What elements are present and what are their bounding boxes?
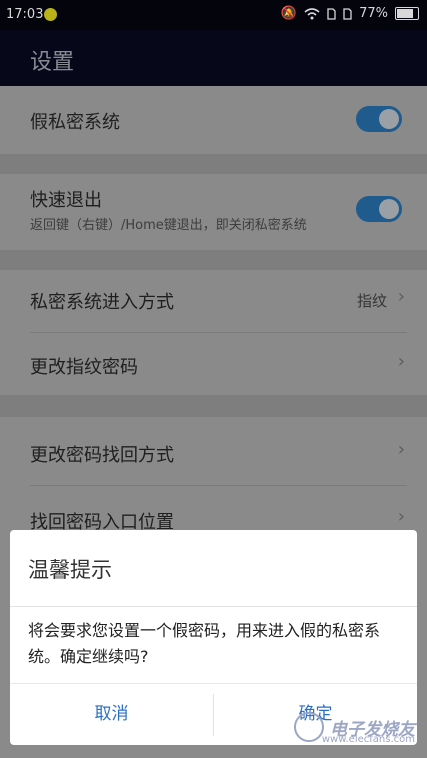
fake-system-row[interactable]: 假私密系统 [0,86,427,154]
chevron-right-icon: › [397,506,405,527]
change-fingerprint-row[interactable]: 更改指纹密码 › [0,333,427,395]
battery-percent: 77% [359,6,388,21]
change-fingerprint-label: 更改指纹密码 [30,357,138,378]
battery-icon [395,7,419,20]
change-recovery-row[interactable]: 更改密码找回方式 › [0,417,427,485]
status-time: 17:03 [6,7,44,22]
page-title: 设置 [30,50,75,75]
sim-icon-2 [343,7,352,20]
notification-icon [44,8,57,21]
cancel-button[interactable]: 取消 [10,685,213,743]
section-separator [0,154,427,174]
wifi-icon [304,7,320,19]
watermark-logo-icon [294,712,324,742]
app-bar: 设置 [0,30,427,86]
chevron-right-icon: › [397,439,405,460]
status-icons: 🔕 77% [281,6,419,21]
mute-bell-icon: 🔕 [280,6,298,21]
status-bar: 17:03 🔕 77% [0,0,427,30]
fake-system-toggle[interactable] [356,106,402,132]
section-separator [0,395,427,417]
dialog-button-divider [10,683,417,684]
watermark-site: www.elecfans.com [321,734,415,745]
watermark: 电子发烧友 www.elecfans.com [294,712,415,745]
section-separator [0,250,427,270]
quick-exit-toggle[interactable] [356,196,402,222]
quick-exit-description: 返回键（右键）/Home键退出，即关闭私密系统 [30,218,307,233]
quick-exit-row[interactable]: 快速退出 返回键（右键）/Home键退出，即关闭私密系统 [0,174,427,250]
dialog-message: 将会要求您设置一个假密码，用来进入假的私密系统。确定继续吗? [28,621,381,666]
chevron-right-icon: › [397,286,405,307]
dialog-title: 温馨提示 [28,558,112,582]
fake-system-label: 假私密系统 [30,112,120,133]
quick-exit-label: 快速退出 [30,190,102,211]
chevron-right-icon: › [397,351,405,372]
entry-method-label: 私密系统进入方式 [30,292,174,313]
sim-icon [327,7,336,20]
entry-method-row[interactable]: 私密系统进入方式 指纹 › [0,270,427,332]
change-recovery-label: 更改密码找回方式 [30,445,174,466]
dialog-divider [10,606,417,607]
entry-method-value: 指纹 [356,292,387,310]
